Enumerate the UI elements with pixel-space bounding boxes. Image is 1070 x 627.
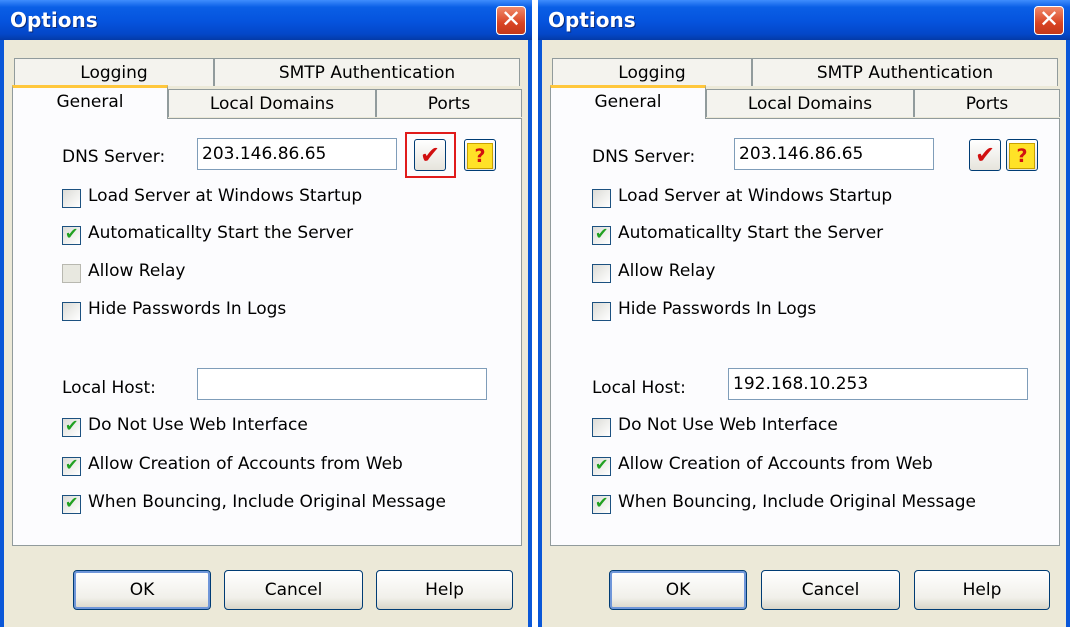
- check-icon: ✔: [65, 455, 79, 474]
- check-icon: ✔: [65, 416, 79, 435]
- checkbox-label: Load Server at Windows Startup: [618, 186, 893, 206]
- local-host-label: Local Host:: [62, 378, 156, 398]
- checkbox-label: When Bouncing, Include Original Message: [618, 492, 976, 512]
- checkbox-label: Allow Creation of Accounts from Web: [618, 454, 933, 474]
- checkbox-label: Hide Passwords In Logs: [618, 299, 817, 319]
- tab-logging[interactable]: Logging: [552, 58, 752, 86]
- dns-server-input[interactable]: 203.146.86.65: [197, 138, 397, 170]
- ok-button[interactable]: OK: [73, 570, 211, 610]
- checkbox-label: Do Not Use Web Interface: [618, 415, 838, 435]
- window-frame: [0, 40, 4, 627]
- check-dns-button[interactable]: ✔: [969, 139, 1001, 171]
- close-button[interactable]: ✕: [1034, 5, 1064, 35]
- tab-local-domains[interactable]: Local Domains: [706, 89, 914, 117]
- checkbox-box: [592, 264, 611, 283]
- dns-server-label: DNS Server:: [592, 147, 696, 167]
- checkbox-box: ✔: [592, 493, 611, 514]
- help-dns-button[interactable]: ?: [1006, 139, 1038, 171]
- ok-button[interactable]: OK: [609, 570, 747, 610]
- local-host-label: Local Host:: [592, 378, 686, 398]
- general-tab-panel: [550, 118, 1060, 546]
- tab-smtp-authentication[interactable]: SMTP Authentication: [752, 58, 1058, 86]
- cancel-button[interactable]: Cancel: [761, 570, 900, 610]
- cancel-button[interactable]: Cancel: [224, 570, 363, 610]
- close-icon: ✕: [500, 5, 522, 33]
- checkbox-box: [592, 418, 611, 437]
- checkbox-box: [62, 302, 81, 321]
- tab-general[interactable]: General: [12, 85, 168, 119]
- tab-ports[interactable]: Ports: [376, 89, 522, 117]
- check-icon: ✔: [595, 224, 609, 243]
- local-host-input[interactable]: 192.168.10.253: [728, 368, 1028, 400]
- options-dialog-right: Options ✕ Logging SMTP Authentication Ge…: [538, 0, 1070, 627]
- window-frame: [528, 40, 532, 627]
- check-dns-button[interactable]: ✔: [414, 139, 446, 171]
- close-button[interactable]: ✕: [496, 5, 526, 35]
- title-bar: Options ✕: [538, 0, 1070, 40]
- dns-server-label: DNS Server:: [62, 147, 166, 167]
- window-frame: [538, 40, 542, 627]
- checkbox-box: ✔: [592, 224, 611, 245]
- check-icon: ✔: [595, 493, 609, 512]
- checkbox-box: ✔: [62, 455, 81, 476]
- dns-server-input[interactable]: 203.146.86.65: [734, 138, 934, 170]
- tab-ports[interactable]: Ports: [914, 89, 1060, 117]
- tab-logging[interactable]: Logging: [14, 58, 214, 86]
- checkbox-box: ✔: [62, 224, 81, 245]
- tab-general[interactable]: General: [550, 85, 706, 119]
- help-dns-button[interactable]: ?: [464, 139, 496, 171]
- checkbox-label: Allow Relay: [88, 261, 186, 281]
- local-host-input[interactable]: [197, 368, 487, 400]
- checkbox-box: ✔: [62, 493, 81, 514]
- title-bar: Options ✕: [0, 0, 532, 40]
- checkbox-label: When Bouncing, Include Original Message: [88, 492, 446, 512]
- tab-local-domains[interactable]: Local Domains: [168, 89, 376, 117]
- tab-smtp-authentication[interactable]: SMTP Authentication: [214, 58, 520, 86]
- checkbox-label: Hide Passwords In Logs: [88, 299, 287, 319]
- red-checkmark-icon: ✔: [974, 141, 996, 169]
- check-icon: ✔: [595, 455, 609, 474]
- window-title: Options: [10, 8, 98, 32]
- help-button[interactable]: Help: [376, 570, 513, 610]
- window-frame: [1066, 40, 1070, 627]
- options-dialog-left: Options ✕ Logging SMTP Authentication Ge…: [0, 0, 532, 627]
- window-title: Options: [548, 8, 636, 32]
- checkbox-box: ✔: [592, 455, 611, 476]
- checkbox-label: Automaticallty Start the Server: [88, 223, 354, 243]
- checkbox-box: [62, 264, 81, 283]
- close-icon: ✕: [1038, 5, 1060, 33]
- checkbox-label: Load Server at Windows Startup: [88, 186, 363, 206]
- checkbox-box: ✔: [62, 416, 81, 437]
- red-checkmark-icon: ✔: [419, 141, 441, 169]
- checkbox-label: Do Not Use Web Interface: [88, 415, 308, 435]
- checkbox-box: [592, 302, 611, 321]
- checkbox-box: [592, 189, 611, 208]
- check-icon: ✔: [65, 493, 79, 512]
- check-icon: ✔: [65, 224, 79, 243]
- checkbox-label: Allow Creation of Accounts from Web: [88, 454, 403, 474]
- general-tab-panel: [12, 118, 522, 546]
- checkbox-box: [62, 189, 81, 208]
- question-mark-icon: ?: [467, 143, 493, 169]
- checkbox-label: Allow Relay: [618, 261, 716, 281]
- help-button[interactable]: Help: [914, 570, 1050, 610]
- checkbox-label: Automaticallty Start the Server: [618, 223, 884, 243]
- question-mark-icon: ?: [1009, 143, 1035, 169]
